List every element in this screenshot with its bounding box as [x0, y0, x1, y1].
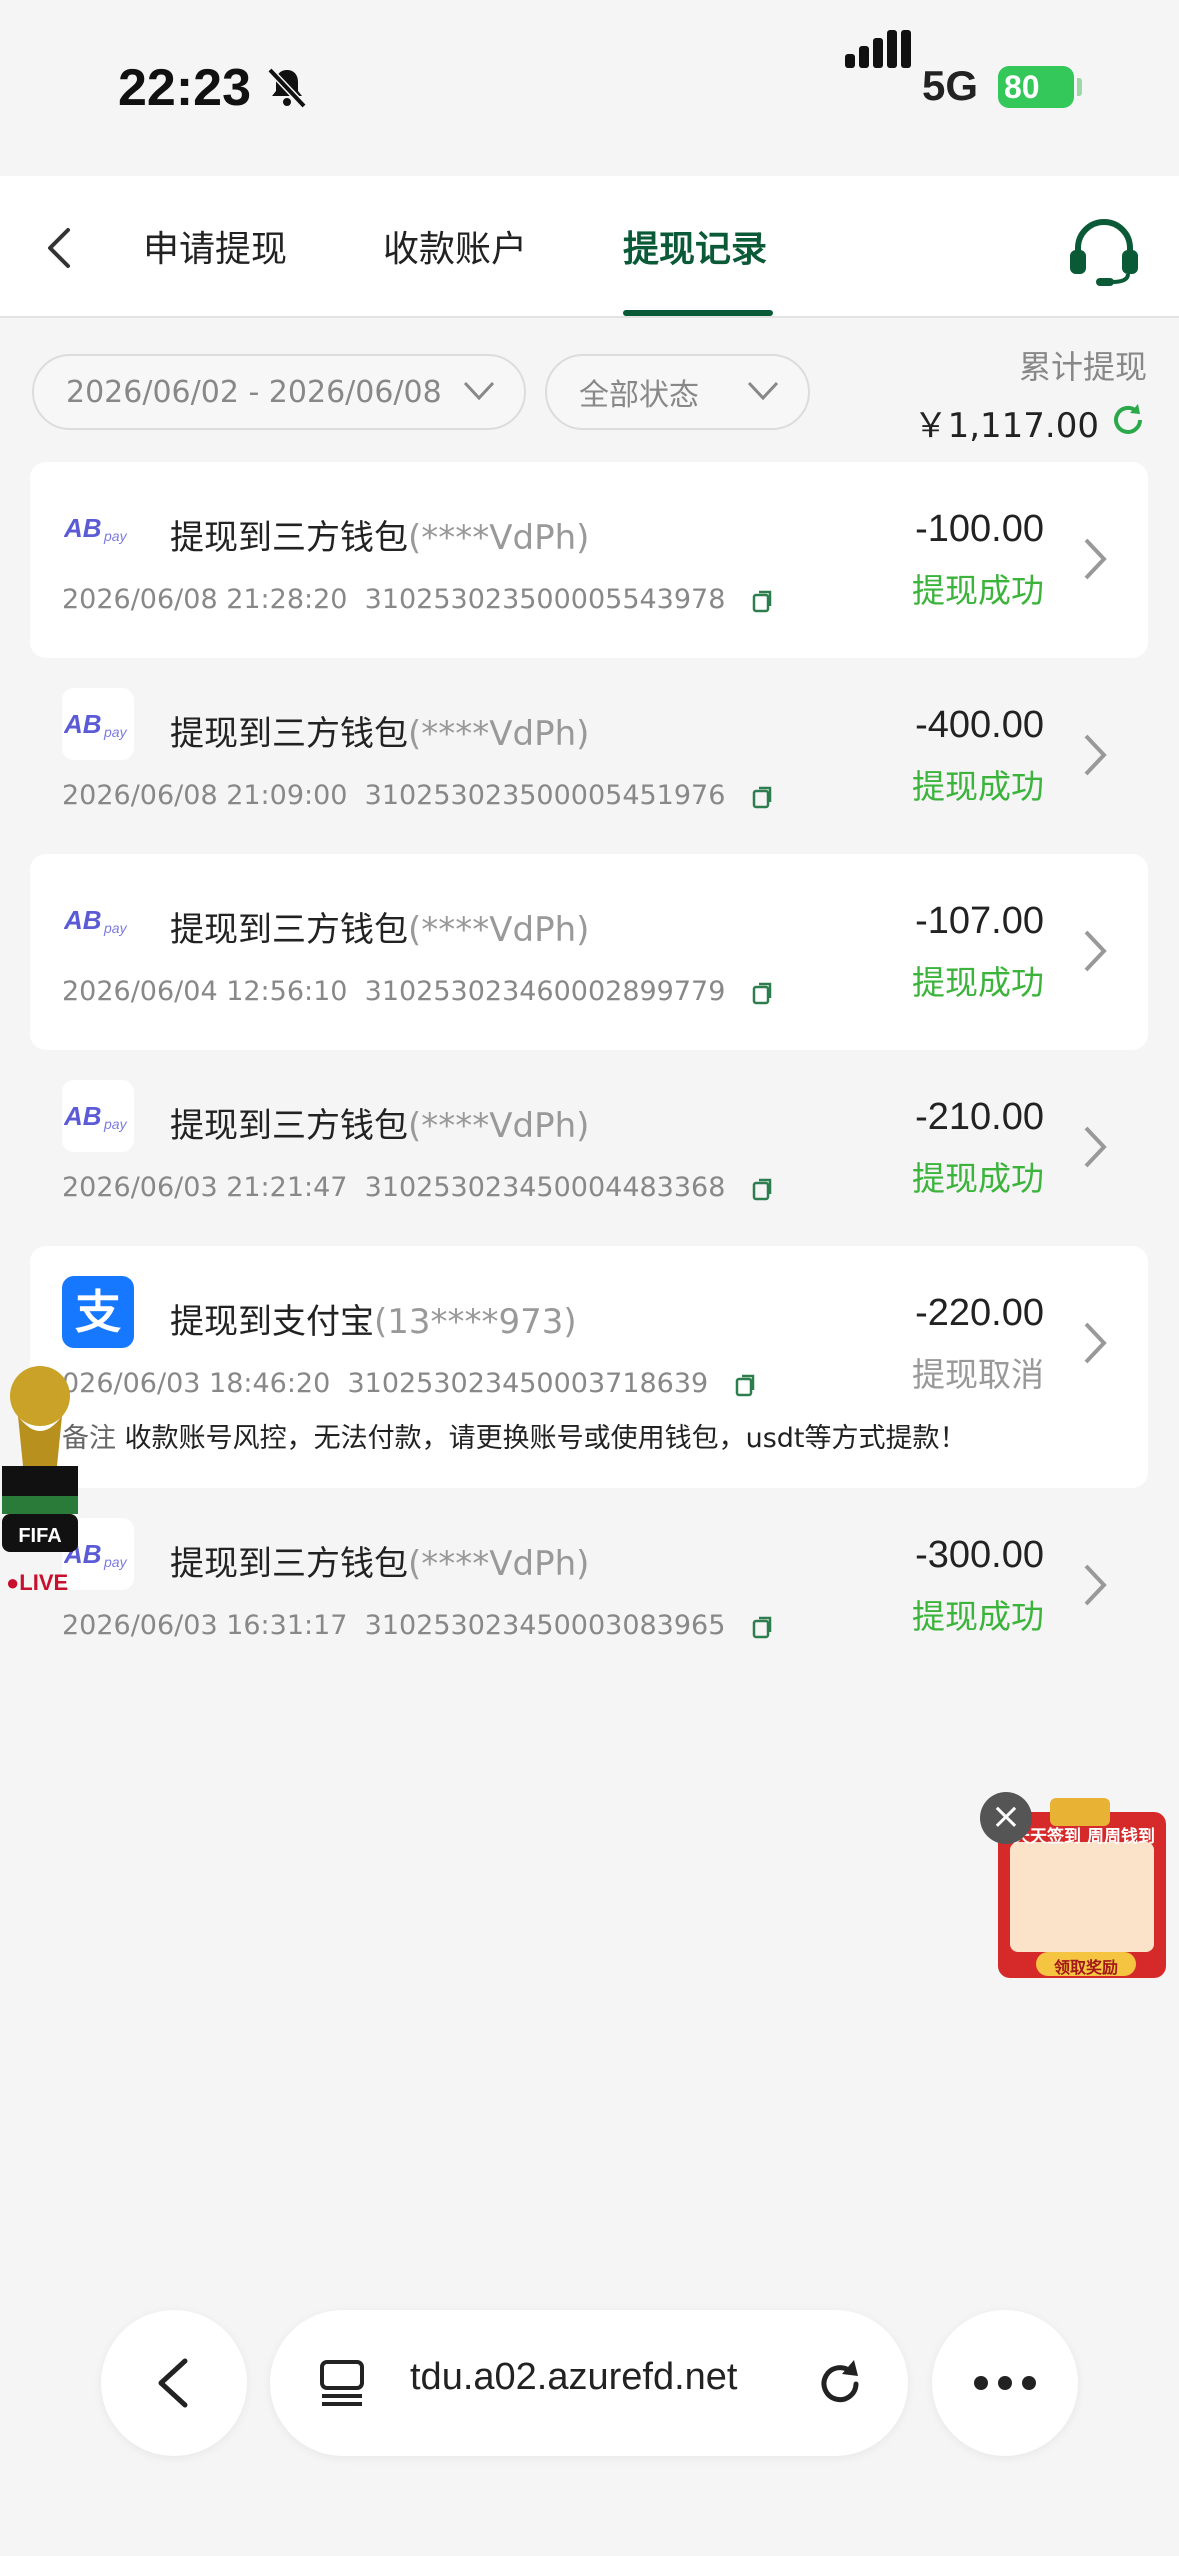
copy-icon[interactable] — [752, 1177, 774, 1201]
network-label: 5G — [922, 62, 979, 109]
record-note: 备注 收款账号风控，无法付款，请更换账号或使用钱包，usdt等方式提款！ — [62, 1423, 967, 1454]
more-icon — [974, 2376, 1036, 2390]
record-row[interactable]: AB pay 提现到三方钱包(****VdPh) 2026/06/08 21:09… — [30, 658, 1148, 854]
record-row[interactable]: AB pay 提现到三方钱包(****VdPh) 2026/06/08 21:28… — [30, 462, 1148, 658]
record-meta: 2026/06/08 21:28:20 31025302350000554397… — [62, 584, 774, 615]
chevron-right-icon — [1084, 734, 1107, 776]
record-meta: 026/06/03 18:46:20 310253023450003718639 — [62, 1368, 757, 1399]
status-bar: 22:23 5G 80 — [0, 0, 1179, 176]
record-meta: 2026/06/03 21:21:47 31025302345000448336… — [62, 1172, 774, 1203]
record-row[interactable]: 支 提现到支付宝(13****973) 026/06/03 18:46:20 3… — [30, 1246, 1148, 1488]
abpay-icon: AB pay — [62, 492, 134, 564]
battery-cap — [1077, 78, 1082, 96]
svg-text:支: 支 — [75, 1285, 121, 1339]
record-title: 提现到三方钱包(****VdPh) — [170, 518, 590, 558]
svg-text:AB: AB — [64, 905, 102, 935]
bell-muted-icon — [267, 67, 307, 109]
customer-service-icon[interactable] — [1066, 216, 1142, 286]
record-title: 提现到三方钱包(****VdPh) — [170, 1106, 590, 1146]
battery-icon: 80 — [998, 66, 1074, 108]
copy-icon[interactable] — [752, 1615, 774, 1639]
svg-text:pay: pay — [103, 1116, 128, 1132]
promo-button[interactable]: 领取奖励 — [1036, 1954, 1136, 1978]
date-range-filter[interactable]: 2026/06/02 - 2026/06/08 — [32, 354, 526, 430]
record-amount: -400.00 — [915, 704, 1044, 746]
chevron-down-icon — [463, 381, 495, 401]
svg-text:AB: AB — [64, 709, 102, 739]
url-text: tdu.a02.azurefd.net — [410, 2356, 738, 2398]
copy-icon[interactable] — [752, 785, 774, 809]
svg-text:pay: pay — [103, 528, 128, 544]
record-meta: 2026/06/04 12:56:10 31025302346000289977… — [62, 976, 774, 1007]
more-button[interactable] — [932, 2310, 1078, 2456]
chevron-right-icon — [1084, 1564, 1107, 1606]
record-title: 提现到三方钱包(****VdPh) — [170, 714, 590, 754]
reload-icon[interactable] — [816, 2356, 868, 2410]
refresh-icon[interactable] — [1108, 400, 1148, 440]
record-title: 提现到三方钱包(****VdPh) — [170, 910, 590, 950]
record-row[interactable]: AB pay 提现到三方钱包(****VdPh) 2026/06/04 12:56… — [30, 854, 1148, 1050]
active-tab-indicator — [623, 310, 773, 316]
svg-text:AB: AB — [64, 1101, 102, 1131]
fifa-label: FIFA — [18, 1525, 61, 1547]
svg-text:pay: pay — [103, 920, 128, 936]
tab-header: 申请提现 收款账户 提现记录 — [0, 176, 1179, 318]
browser-back-button[interactable] — [101, 2310, 247, 2456]
record-amount: -300.00 — [915, 1534, 1044, 1576]
tab-withdraw-records[interactable]: 提现记录 — [623, 220, 767, 272]
tab-receiving-account[interactable]: 收款账户 — [383, 220, 527, 272]
record-status: 提现取消 — [912, 1355, 1044, 1394]
svg-text:pay: pay — [103, 724, 128, 740]
chevron-right-icon — [1084, 930, 1107, 972]
total-withdraw-label: 累计提现 — [1018, 348, 1147, 386]
copy-icon[interactable] — [752, 589, 774, 613]
record-title: 提现到三方钱包(****VdPh) — [170, 1544, 590, 1584]
record-meta: 2026/06/08 21:09:00 31025302350000545197… — [62, 780, 774, 811]
record-amount: -220.00 — [915, 1292, 1044, 1334]
record-row[interactable]: AB pay 提现到三方钱包(****VdPh) 2026/06/03 21:21… — [30, 1050, 1148, 1246]
status-time: 22:23 — [118, 59, 251, 117]
chevron-right-icon — [1084, 1322, 1107, 1364]
back-arrow-icon[interactable] — [30, 218, 90, 278]
record-status: 提现成功 — [912, 571, 1044, 610]
live-label: ●LIVE — [6, 1570, 69, 1595]
trophy-icon: FIFA — [2, 1366, 78, 1552]
record-status: 提现成功 — [912, 1159, 1044, 1198]
battery-level: 80 — [1004, 68, 1040, 105]
chevron-right-icon — [1084, 1126, 1107, 1168]
copy-icon[interactable] — [735, 1373, 757, 1397]
record-amount: -100.00 — [915, 508, 1044, 550]
chevron-down-icon — [747, 381, 779, 401]
record-amount: -210.00 — [915, 1096, 1044, 1138]
date-range-value: 2026/06/02 - 2026/06/08 — [66, 374, 442, 410]
copy-icon[interactable] — [752, 981, 774, 1005]
back-icon — [158, 2358, 188, 2408]
withdraw-record-list: AB pay 提现到三方钱包(****VdPh) 2026/06/08 21:28… — [30, 462, 1148, 1684]
record-status: 提现成功 — [912, 1597, 1044, 1636]
chevron-right-icon — [1084, 538, 1107, 580]
record-amount: -107.00 — [915, 900, 1044, 942]
total-withdraw-value: ￥1,117.00 — [913, 406, 1099, 446]
record-meta: 2026/06/03 16:31:17 31025302345000308396… — [62, 1610, 774, 1641]
record-row[interactable]: AB pay 提现到三方钱包(****VdPh) 2026/06/03 16:31… — [30, 1488, 1148, 1684]
alipay-icon: 支 — [62, 1276, 134, 1348]
tabs-icon — [320, 2360, 364, 2406]
tab-apply-withdraw[interactable]: 申请提现 — [143, 220, 287, 272]
address-bar[interactable]: tdu.a02.azurefd.net — [270, 2310, 908, 2456]
abpay-icon: AB pay — [62, 1080, 134, 1152]
record-title: 提现到支付宝(13****973) — [170, 1302, 577, 1342]
status-filter-value: 全部状态 — [579, 378, 699, 413]
svg-text:AB: AB — [64, 513, 102, 543]
abpay-icon: AB pay — [62, 884, 134, 956]
svg-text:pay: pay — [103, 1554, 128, 1570]
close-icon[interactable]: × — [980, 1792, 1032, 1844]
status-filter[interactable]: 全部状态 — [545, 354, 810, 430]
record-status: 提现成功 — [912, 767, 1044, 806]
record-status: 提现成功 — [912, 963, 1044, 1002]
abpay-icon: AB pay — [62, 688, 134, 760]
